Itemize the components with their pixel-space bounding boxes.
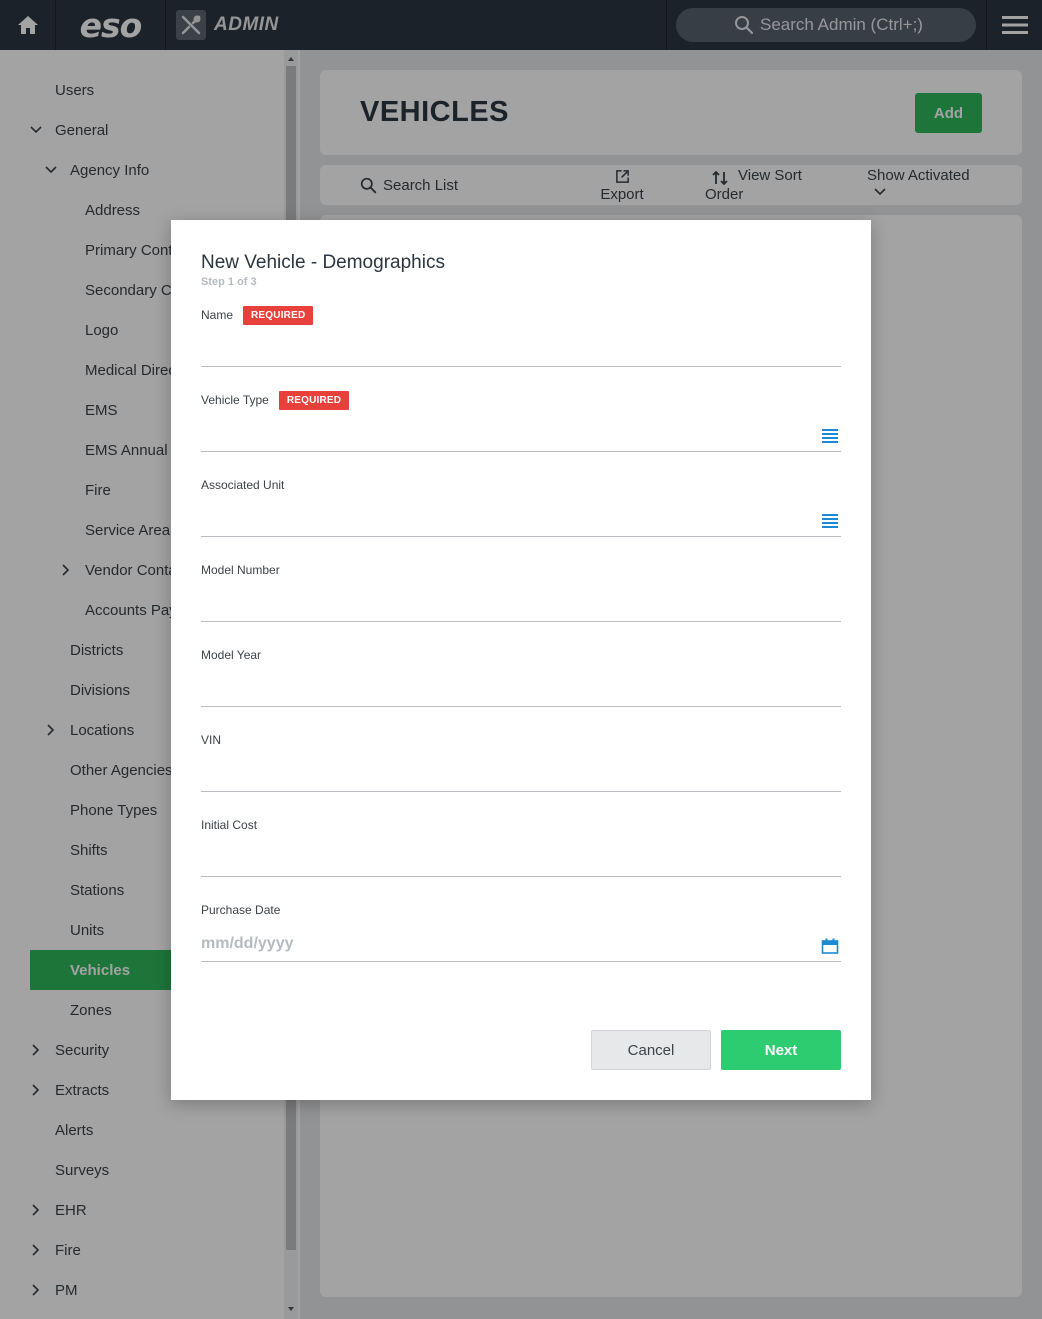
model-number-input[interactable]: [201, 586, 841, 622]
initial-cost-field: Initial Cost: [201, 815, 841, 881]
next-button[interactable]: Next: [721, 1030, 841, 1070]
field-label-row: Initial Cost: [201, 815, 257, 835]
associated-unit-input[interactable]: [201, 501, 841, 537]
calendar-icon[interactable]: [821, 938, 839, 954]
initial-cost-input[interactable]: [201, 841, 841, 877]
cancel-button[interactable]: Cancel: [591, 1030, 711, 1070]
purchase-date-field: Purchase Date: [201, 900, 841, 966]
vehicle-type-field: Vehicle Type REQUIRED: [201, 390, 841, 456]
required-badge: REQUIRED: [278, 390, 350, 410]
new-vehicle-modal: New Vehicle - Demographics Step 1 of 3 N…: [171, 220, 871, 1100]
model-number-label: Model Number: [201, 563, 280, 577]
vehicle-type-label: Vehicle Type: [201, 393, 269, 407]
model-year-field: Model Year: [201, 645, 841, 711]
vin-label: VIN: [201, 733, 222, 747]
field-label-row: Purchase Date: [201, 900, 280, 920]
purchase-date-label: Purchase Date: [201, 903, 281, 917]
field-label-row: Model Number: [201, 560, 280, 580]
field-label-row: Associated Unit: [201, 475, 284, 495]
list-icon[interactable]: [821, 513, 839, 529]
field-label-row: Vehicle Type REQUIRED: [201, 390, 350, 410]
initial-cost-label: Initial Cost: [201, 818, 258, 832]
name-label: Name: [201, 308, 234, 322]
associated-unit-label: Associated Unit: [201, 478, 285, 492]
vin-input[interactable]: [201, 756, 841, 792]
modal-title: New Vehicle - Demographics: [201, 252, 445, 273]
field-label-row: Name REQUIRED: [201, 305, 314, 325]
vehicle-type-input[interactable]: [201, 416, 841, 452]
modal-step-indicator: Step 1 of 3: [201, 276, 257, 288]
associated-unit-field: Associated Unit: [201, 475, 841, 541]
purchase-date-input[interactable]: [201, 926, 841, 962]
list-icon[interactable]: [821, 428, 839, 444]
field-label-row: VIN: [201, 730, 221, 750]
model-year-input[interactable]: [201, 671, 841, 707]
name-input[interactable]: [201, 331, 841, 367]
model-year-label: Model Year: [201, 648, 262, 662]
field-label-row: Model Year: [201, 645, 261, 665]
model-number-field: Model Number: [201, 560, 841, 626]
name-field: Name REQUIRED: [201, 305, 841, 371]
required-badge: REQUIRED: [243, 305, 314, 325]
vin-field: VIN: [201, 730, 841, 796]
